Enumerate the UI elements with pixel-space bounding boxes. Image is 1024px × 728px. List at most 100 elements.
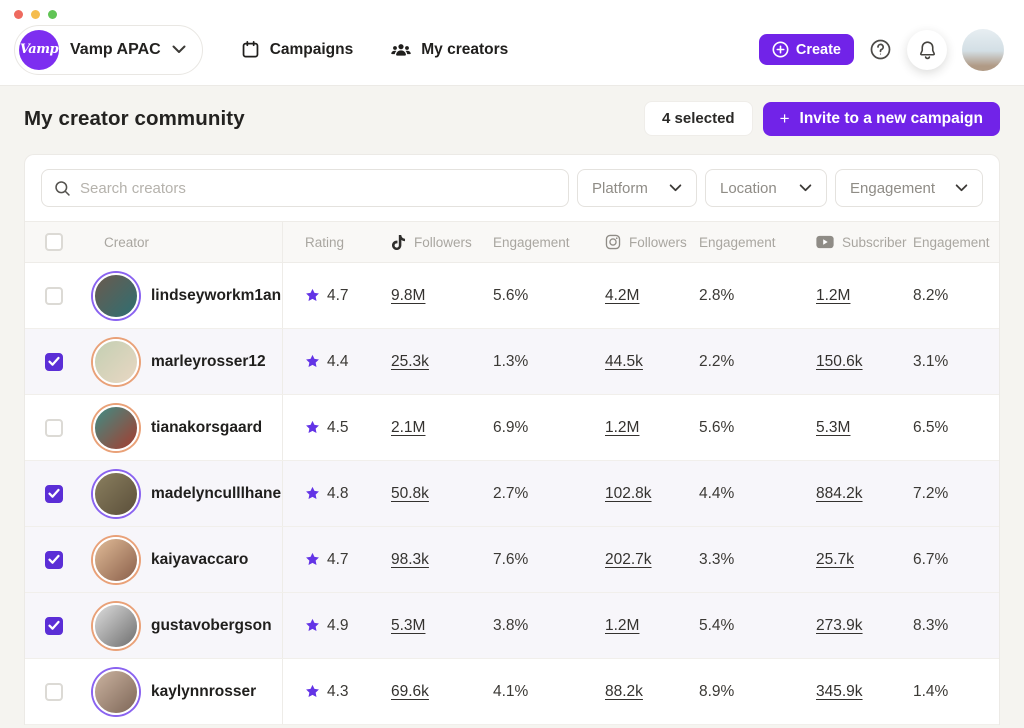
row-checkbox[interactable]: [45, 551, 63, 569]
youtube-engagement-value: 3.1%: [913, 353, 948, 371]
location-filter-label: Location: [720, 180, 787, 197]
instagram-followers-link[interactable]: 4.2M: [605, 287, 639, 305]
tiktok-followers-link[interactable]: 5.3M: [391, 617, 425, 635]
engagement-filter-label: Engagement: [850, 180, 943, 197]
calendar-icon: [241, 40, 260, 59]
window-minimize-button[interactable]: [31, 10, 40, 19]
creator-username[interactable]: tianakorsgaard: [151, 419, 262, 437]
tiktok-followers-link[interactable]: 2.1M: [391, 419, 425, 437]
row-checkbox[interactable]: [45, 287, 63, 305]
plus-circle-icon: [772, 41, 789, 58]
instagram-followers-link[interactable]: 44.5k: [605, 353, 643, 371]
location-filter-dropdown[interactable]: Location: [705, 169, 827, 207]
row-checkbox[interactable]: [45, 683, 63, 701]
tiktok-followers-link[interactable]: 50.8k: [391, 485, 429, 503]
table-row[interactable]: kaiyavaccaro 4.7 98.3k 7.6% 202.7k 3.3% …: [25, 527, 999, 593]
invite-to-campaign-button[interactable]: + Invite to a new campaign: [763, 102, 1000, 136]
creator-avatar: [93, 273, 139, 319]
row-checkbox[interactable]: [45, 419, 63, 437]
help-button[interactable]: [869, 38, 892, 61]
instagram-followers-link[interactable]: 1.2M: [605, 617, 639, 635]
table-header: Creator Rating Followers Engagement Foll…: [25, 221, 999, 263]
creator-avatar: [93, 339, 139, 385]
nav-my-creators-label: My creators: [421, 41, 508, 59]
creator-username[interactable]: madelynculllhane: [151, 485, 281, 503]
table-row[interactable]: tianakorsgaard 4.5 2.1M 6.9% 1.2M 5.6% 5…: [25, 395, 999, 461]
check-icon: [48, 488, 60, 499]
tiktok-engagement-value: 4.1%: [493, 683, 528, 701]
rating-value: 4.7: [327, 551, 349, 569]
selected-count-badge: 4 selected: [644, 101, 753, 136]
check-icon: [48, 356, 60, 367]
youtube-subscribers-link[interactable]: 273.9k: [816, 617, 863, 635]
tiktok-followers-link[interactable]: 9.8M: [391, 287, 425, 305]
youtube-subscribers-link[interactable]: 1.2M: [816, 287, 850, 305]
search-icon: [54, 180, 71, 197]
creators-card: Platform Location Engagement Creator Rat…: [24, 154, 1000, 725]
creator-avatar: [93, 603, 139, 649]
col-tiktok-followers: Followers: [414, 235, 472, 250]
col-rating: Rating: [305, 235, 344, 250]
table-row[interactable]: madelynculllhane 4.8 50.8k 2.7% 102.8k 4…: [25, 461, 999, 527]
window-close-button[interactable]: [14, 10, 23, 19]
search-input[interactable]: [80, 180, 556, 197]
window-controls: [14, 10, 57, 19]
tiktok-engagement-value: 2.7%: [493, 485, 528, 503]
tiktok-followers-link[interactable]: 25.3k: [391, 353, 429, 371]
star-icon: [305, 486, 320, 501]
tiktok-engagement-value: 5.6%: [493, 287, 528, 305]
creator-username[interactable]: kaiyavaccaro: [151, 551, 248, 569]
instagram-followers-link[interactable]: 102.8k: [605, 485, 652, 503]
create-button[interactable]: Create: [759, 34, 854, 65]
youtube-subscribers-link[interactable]: 5.3M: [816, 419, 850, 437]
youtube-engagement-value: 6.5%: [913, 419, 948, 437]
youtube-subscribers-link[interactable]: 25.7k: [816, 551, 854, 569]
bell-icon: [918, 40, 937, 60]
creator-username[interactable]: lindseyworkm1an: [151, 287, 281, 305]
engagement-filter-dropdown[interactable]: Engagement: [835, 169, 983, 207]
row-checkbox[interactable]: [45, 485, 63, 503]
instagram-engagement-value: 8.9%: [699, 683, 734, 701]
instagram-followers-link[interactable]: 202.7k: [605, 551, 652, 569]
youtube-subscribers-link[interactable]: 884.2k: [816, 485, 863, 503]
tiktok-followers-link[interactable]: 98.3k: [391, 551, 429, 569]
plus-icon: +: [780, 110, 790, 127]
search-box: [41, 169, 569, 207]
platform-filter-dropdown[interactable]: Platform: [577, 169, 697, 207]
chevron-down-icon: [172, 45, 186, 54]
star-icon: [305, 288, 320, 303]
nav-campaigns[interactable]: Campaigns: [241, 40, 354, 59]
chevron-down-icon: [799, 184, 812, 192]
youtube-subscribers-link[interactable]: 345.9k: [816, 683, 863, 701]
youtube-engagement-value: 8.3%: [913, 617, 948, 635]
table-row[interactable]: lindseyworkm1an 4.7 9.8M 5.6% 4.2M 2.8% …: [25, 263, 999, 329]
creator-username[interactable]: gustavobergson: [151, 617, 272, 635]
creator-username[interactable]: marleyrosser12: [151, 353, 266, 371]
instagram-followers-link[interactable]: 88.2k: [605, 683, 643, 701]
table-row[interactable]: kaylynnrosser 4.3 69.6k 4.1% 88.2k 8.9% …: [25, 659, 999, 725]
workspace-switcher[interactable]: Vamp Vamp APAC: [14, 25, 203, 75]
vamp-logo: Vamp: [19, 30, 59, 70]
instagram-engagement-value: 5.4%: [699, 617, 734, 635]
create-button-label: Create: [796, 42, 841, 58]
check-icon: [48, 620, 60, 631]
row-checkbox[interactable]: [45, 617, 63, 635]
tiktok-followers-link[interactable]: 69.6k: [391, 683, 429, 701]
user-avatar[interactable]: [962, 29, 1004, 71]
table-row[interactable]: marleyrosser12 4.4 25.3k 1.3% 44.5k 2.2%…: [25, 329, 999, 395]
creator-avatar: [93, 537, 139, 583]
rating-value: 4.9: [327, 617, 349, 635]
row-checkbox[interactable]: [45, 353, 63, 371]
nav-my-creators[interactable]: My creators: [391, 41, 508, 59]
notifications-button[interactable]: [907, 30, 947, 70]
instagram-followers-link[interactable]: 1.2M: [605, 419, 639, 437]
check-icon: [48, 554, 60, 565]
table-row[interactable]: gustavobergson 4.9 5.3M 3.8% 1.2M 5.4% 2…: [25, 593, 999, 659]
star-icon: [305, 354, 320, 369]
youtube-subscribers-link[interactable]: 150.6k: [816, 353, 863, 371]
window-zoom-button[interactable]: [48, 10, 57, 19]
instagram-engagement-value: 5.6%: [699, 419, 734, 437]
creator-username[interactable]: kaylynnrosser: [151, 683, 256, 701]
tiktok-engagement-value: 7.6%: [493, 551, 528, 569]
select-all-checkbox[interactable]: [45, 233, 63, 251]
